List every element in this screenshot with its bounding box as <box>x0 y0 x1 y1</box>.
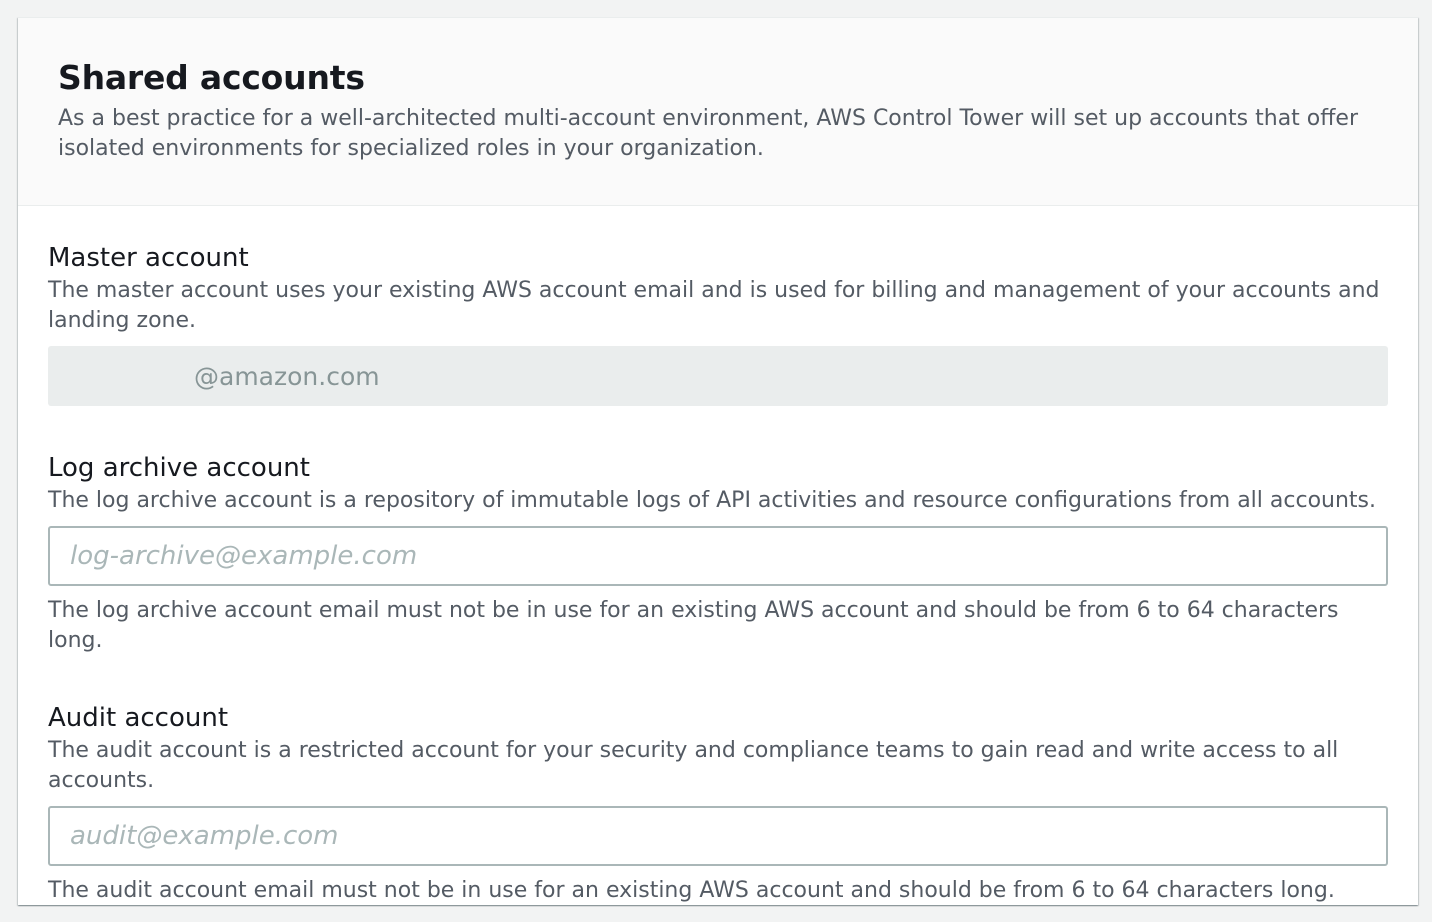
master-account-description: The master account uses your existing AW… <box>48 278 1380 333</box>
panel-description: As a best practice for a well-architecte… <box>58 106 1358 161</box>
audit-constraint-text: The audit account email must not be in u… <box>48 878 1335 903</box>
master-account-label: Master account <box>48 243 249 273</box>
log-archive-email-input[interactable] <box>48 526 1388 586</box>
master-account-email-readonly: @amazon.com <box>48 346 1388 406</box>
log-archive-account-field: Log archive account The log archive acco… <box>48 450 1388 656</box>
audit-email-input[interactable] <box>48 806 1388 866</box>
audit-account-description: The audit account is a restricted accoun… <box>48 738 1339 793</box>
log-archive-account-description: The log archive account is a repository … <box>48 488 1377 513</box>
log-archive-account-label: Log archive account <box>48 453 310 483</box>
panel-header: Shared accounts As a best practice for a… <box>18 18 1418 206</box>
audit-account-label: Audit account <box>48 703 229 733</box>
panel-body: Master account The master account uses y… <box>18 206 1418 906</box>
audit-account-field: Audit account The audit account is a res… <box>48 700 1388 906</box>
master-account-field: Master account The master account uses y… <box>48 240 1388 406</box>
shared-accounts-panel: Shared accounts As a best practice for a… <box>18 17 1418 905</box>
log-archive-constraint-text: The log archive account email must not b… <box>48 598 1339 653</box>
panel-title: Shared accounts <box>58 58 365 97</box>
